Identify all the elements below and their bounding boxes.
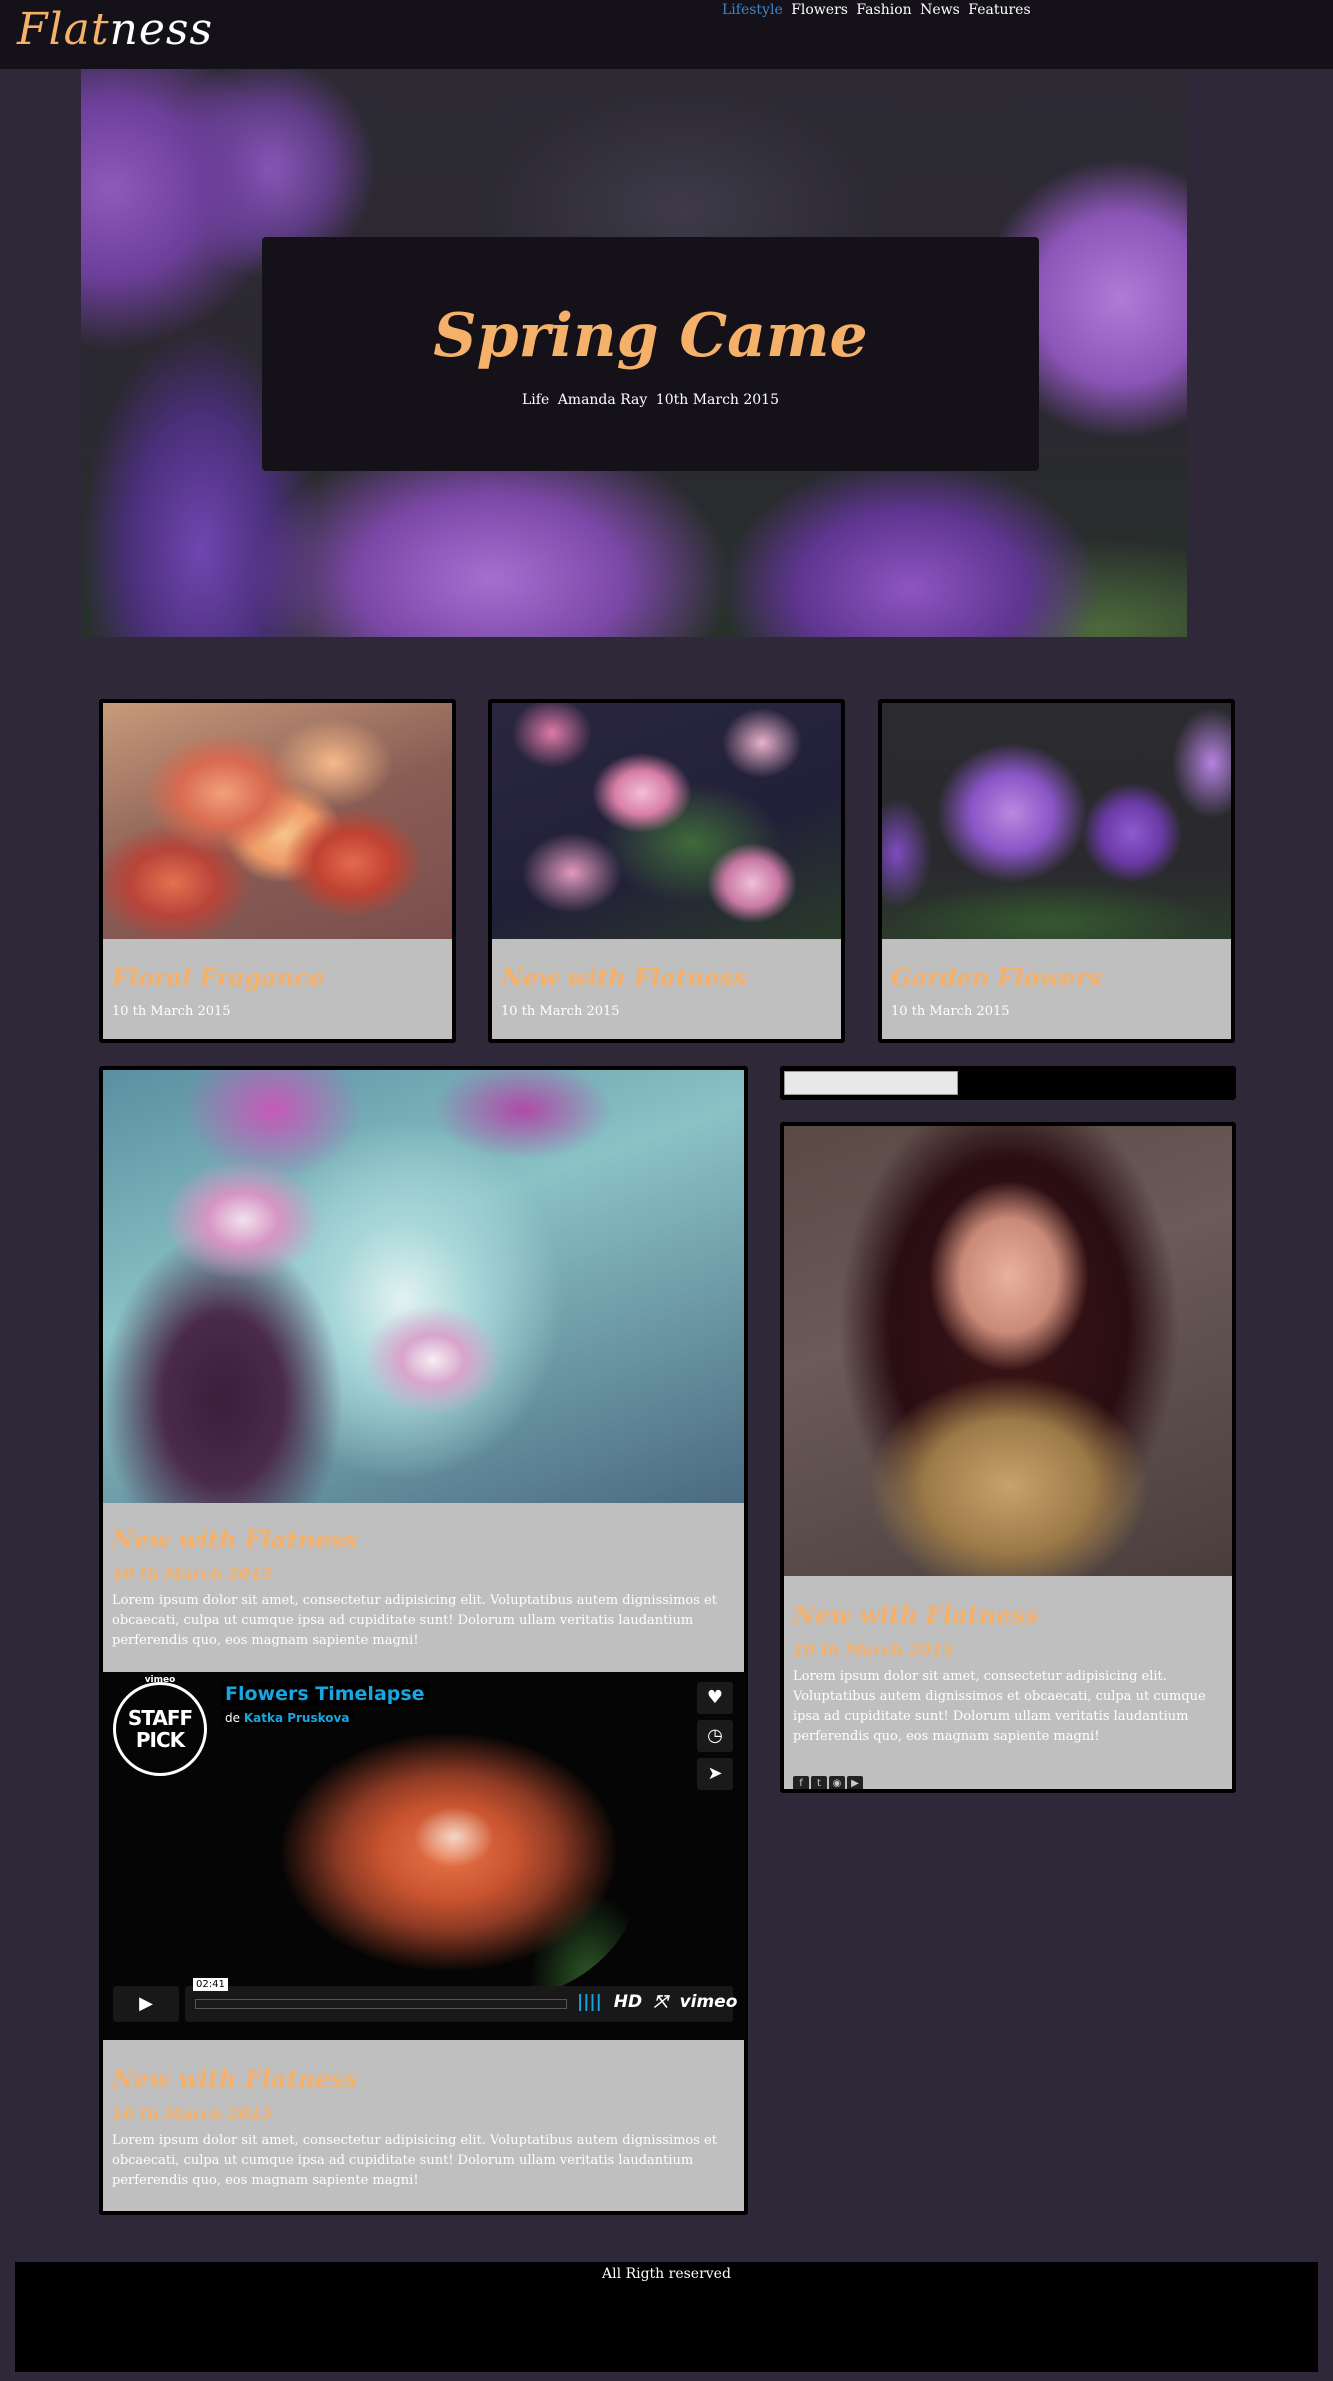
sidebar-post-text: Lorem ipsum dolor sit amet, consectetur … bbox=[793, 1669, 1206, 1744]
post-date: 10 th March 2015 bbox=[501, 1004, 620, 1019]
main-post-date: 10 th March 2015 bbox=[112, 1564, 273, 1583]
site-logo[interactable]: Flatness bbox=[17, 4, 213, 55]
sidebar-post-title[interactable]: New with Flatness bbox=[793, 1600, 1038, 1629]
send-icon: ➤ bbox=[707, 1763, 723, 1784]
main-post-card: New with Flatness 10 th March 2015 Lorem… bbox=[99, 1066, 748, 2215]
video-title[interactable]: Flowers Timelapse bbox=[221, 1682, 429, 1706]
main-post-text: Lorem ipsum dolor sit amet, consectetur … bbox=[112, 1593, 717, 1648]
post-title[interactable]: Garden Flowers bbox=[891, 963, 1102, 992]
heart-icon: ♥ bbox=[706, 1687, 724, 1708]
staff-pick-label: STAFF PICK bbox=[127, 1706, 193, 1752]
footer-text: All Rigth reserved bbox=[602, 2266, 731, 2282]
top-bar: Flatness Lifestyle Flowers Fashion News … bbox=[0, 0, 1333, 69]
hero-title[interactable]: Spring Came bbox=[262, 301, 1039, 371]
video-post-text: Lorem ipsum dolor sit amet, consectetur … bbox=[112, 2133, 717, 2188]
post-image[interactable] bbox=[882, 703, 1231, 939]
search-input[interactable] bbox=[784, 1071, 958, 1095]
hero-meta: Life Amanda Ray 10th March 2015 bbox=[262, 392, 1039, 408]
nav-item-lifestyle[interactable]: Lifestyle bbox=[722, 2, 783, 18]
post-date: 10 th March 2015 bbox=[891, 1004, 1010, 1019]
sidebar-post-date: 10 th March 2015 bbox=[793, 1640, 954, 1659]
nav-item-features[interactable]: Features bbox=[968, 2, 1030, 18]
hd-toggle[interactable]: HD bbox=[614, 1992, 642, 2012]
fullscreen-icon[interactable]: ⤧ bbox=[654, 1992, 668, 2012]
post-title[interactable]: New with Flatness bbox=[501, 963, 746, 992]
hero-card[interactable]: Spring Came Life Amanda Ray 10th March 2… bbox=[262, 237, 1039, 471]
main-post-image[interactable] bbox=[103, 1070, 744, 1503]
twitter-icon[interactable]: t bbox=[811, 1776, 827, 1789]
hero-date: 10th March 2015 bbox=[655, 392, 779, 408]
search-bar bbox=[780, 1066, 1236, 1100]
vimeo-logo[interactable]: vimeo bbox=[680, 1992, 738, 2012]
like-button[interactable]: ♥ bbox=[697, 1682, 733, 1714]
video-player[interactable]: vimeo STAFF PICK Flowers Timelapse de Ka… bbox=[99, 1672, 746, 2040]
play-icon: ▶ bbox=[139, 1993, 153, 2014]
progress-track[interactable] bbox=[195, 1999, 567, 2009]
staff-pick-vimeo: vimeo bbox=[144, 1675, 176, 1685]
video-post-title[interactable]: New with Flatness bbox=[112, 2064, 357, 2093]
video-author-link[interactable]: Katka Pruskova bbox=[244, 1711, 350, 1725]
nav-item-fashion[interactable]: Fashion bbox=[856, 2, 911, 18]
player-options: |||| HD ⤧ vimeo bbox=[577, 1992, 743, 2012]
nav-item-news[interactable]: News bbox=[920, 2, 960, 18]
post-card-floral-fragance[interactable]: Floral Fragance 10 th March 2015 bbox=[99, 699, 456, 1043]
sidebar-post-card: New with Flatness 10 th March 2015 Lorem… bbox=[780, 1122, 1236, 1793]
video-post-date: 10 th March 2015 bbox=[112, 2104, 273, 2123]
byline-prefix: de bbox=[225, 1711, 240, 1725]
video-controls: ▶ |||| HD ⤧ vimeo 02:41 bbox=[113, 1978, 737, 2022]
video-byline: de Katka Pruskova bbox=[221, 1710, 354, 1726]
main-post-title[interactable]: New with Flatness bbox=[112, 1525, 357, 1554]
post-image[interactable] bbox=[492, 703, 841, 939]
play-button[interactable]: ▶ bbox=[113, 1986, 179, 2022]
logo-accent: Flat bbox=[17, 4, 110, 55]
post-title[interactable]: Floral Fragance bbox=[112, 963, 324, 992]
main-nav: Lifestyle Flowers Fashion News Features bbox=[722, 2, 1035, 18]
post-date: 10 th March 2015 bbox=[112, 1004, 231, 1019]
footer: All Rigth reserved bbox=[15, 2262, 1318, 2372]
time-tooltip: 02:41 bbox=[193, 1978, 228, 1991]
video-frame bbox=[259, 1692, 639, 2002]
instagram-icon[interactable]: ◉ bbox=[829, 1776, 845, 1789]
post-card-garden-flowers[interactable]: Garden Flowers 10 th March 2015 bbox=[878, 699, 1235, 1043]
progress-area: |||| HD ⤧ vimeo bbox=[185, 1986, 737, 2022]
clock-icon: ◷ bbox=[707, 1725, 723, 1746]
logo-rest: ness bbox=[109, 4, 214, 55]
sidebar-post-image[interactable] bbox=[784, 1126, 1232, 1576]
post-image[interactable] bbox=[103, 703, 452, 939]
hero-author[interactable]: Amanda Ray bbox=[558, 392, 648, 408]
hero-banner: Spring Came Life Amanda Ray 10th March 2… bbox=[81, 69, 1187, 637]
facebook-icon[interactable]: f bbox=[793, 1776, 809, 1789]
watch-later-button[interactable]: ◷ bbox=[697, 1720, 733, 1752]
volume-icon[interactable]: |||| bbox=[577, 1992, 602, 2012]
nav-item-flowers[interactable]: Flowers bbox=[791, 2, 848, 18]
youtube-icon[interactable]: ▶ bbox=[847, 1776, 863, 1789]
share-button[interactable]: ➤ bbox=[697, 1758, 733, 1790]
staff-pick-badge: vimeo STAFF PICK bbox=[113, 1675, 207, 1776]
post-card-new-with-flatness[interactable]: New with Flatness 10 th March 2015 bbox=[488, 699, 845, 1043]
hero-category[interactable]: Life bbox=[522, 392, 549, 408]
social-links: f t ◉ ▶ bbox=[793, 1772, 865, 1789]
